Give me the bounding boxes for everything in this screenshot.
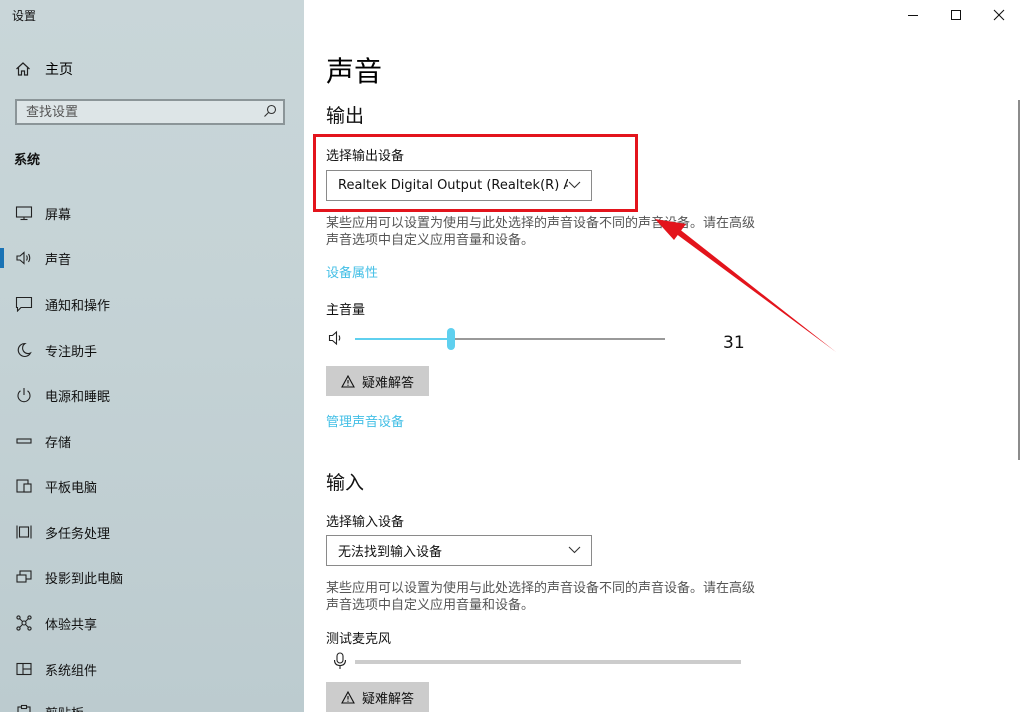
maximize-button[interactable]: [936, 2, 976, 28]
share-icon: [14, 614, 34, 632]
page-title: 声音: [326, 55, 383, 88]
sidebar-item-system-components[interactable]: 系统组件: [0, 655, 304, 683]
output-heading: 输出: [326, 105, 365, 127]
search-input[interactable]: [26, 104, 263, 120]
home-icon: [14, 60, 32, 78]
minimize-button[interactable]: [893, 2, 933, 28]
sidebar-item-sound[interactable]: 声音: [0, 244, 304, 272]
sidebar-item-label: 通知和操作: [45, 298, 111, 314]
manage-sound-devices-link[interactable]: 管理声音设备: [326, 411, 404, 430]
notification-icon: [14, 295, 34, 313]
warning-icon: [341, 374, 355, 388]
sidebar-item-label: 屏幕: [45, 207, 72, 223]
device-properties-link[interactable]: 设备属性: [326, 262, 378, 281]
microphone-icon: [333, 652, 347, 674]
mic-level-bar: [355, 660, 741, 664]
sidebar-item-tablet[interactable]: 平板电脑: [0, 472, 304, 500]
moon-icon: [14, 341, 34, 359]
sidebar-item-label: 多任务处理: [45, 526, 111, 542]
search-box[interactable]: [15, 99, 285, 125]
sound-icon: [14, 249, 34, 267]
close-icon: [993, 6, 1005, 25]
speaker-icon[interactable]: [328, 330, 344, 350]
sidebar-item-label: 剪贴板: [45, 703, 84, 712]
main-content: 声音 输出 选择输出设备 Realtek Digital Output (Rea…: [304, 0, 1021, 712]
input-troubleshoot-button[interactable]: 疑难解答: [326, 682, 429, 712]
close-button[interactable]: [979, 2, 1019, 28]
sidebar-item-label: 存储: [45, 435, 72, 451]
output-troubleshoot-button[interactable]: 疑难解答: [326, 366, 429, 396]
tablet-icon: [14, 477, 34, 495]
test-microphone-label: 测试麦克风: [326, 632, 392, 647]
app-title: 设置: [12, 9, 37, 23]
minimize-icon: [907, 6, 919, 25]
sidebar-item-focus-assist[interactable]: 专注助手: [0, 336, 304, 364]
sidebar-item-label: 平板电脑: [45, 480, 98, 496]
sidebar-item-notifications[interactable]: 通知和操作: [0, 290, 304, 318]
sidebar-home-label: 主页: [45, 62, 73, 78]
power-icon: [14, 386, 34, 404]
monitor-icon: [14, 204, 34, 222]
sidebar-item-label: 专注助手: [45, 344, 98, 360]
highlight-box: [313, 134, 638, 212]
sidebar-item-label: 电源和睡眠: [45, 389, 111, 405]
warning-icon: [341, 690, 355, 704]
sidebar-item-label: 系统组件: [45, 663, 98, 679]
project-icon: [14, 568, 34, 586]
maximize-icon: [950, 6, 962, 25]
sidebar-item-clipboard[interactable]: 剪贴板: [0, 698, 304, 712]
sidebar-item-display[interactable]: 屏幕: [0, 199, 304, 227]
volume-slider-fill: [355, 338, 452, 340]
troubleshoot-label: 疑难解答: [361, 375, 414, 391]
volume-value: 31: [723, 333, 745, 353]
storage-icon: [14, 432, 34, 450]
input-device-value: 无法找到输入设备: [338, 545, 443, 560]
input-device-label: 选择输入设备: [326, 515, 405, 530]
input-description: 某些应用可以设置为使用与此处选择的声音设备不同的声音设备。请在高级声音选项中自定…: [326, 581, 756, 613]
volume-slider-thumb[interactable]: [447, 328, 456, 350]
input-heading: 输入: [326, 472, 365, 494]
clipboard-icon: [14, 703, 34, 712]
sidebar-section-label: 系统: [14, 153, 41, 168]
sidebar-item-shared-experiences[interactable]: 体验共享: [0, 609, 304, 637]
chevron-down-icon: [568, 543, 581, 558]
sidebar-item-label: 声音: [45, 252, 72, 268]
sidebar-item-projecting[interactable]: 投影到此电脑: [0, 563, 304, 591]
scrollbar[interactable]: [1018, 100, 1020, 460]
troubleshoot-label: 疑难解答: [361, 691, 414, 707]
sidebar-item-label: 投影到此电脑: [45, 571, 124, 587]
volume-label: 主音量: [326, 303, 366, 318]
sidebar-item-label: 体验共享: [45, 617, 98, 633]
search-icon[interactable]: [263, 103, 277, 122]
sidebar-home[interactable]: 主页: [14, 58, 73, 80]
sidebar-item-multitasking[interactable]: 多任务处理: [0, 518, 304, 546]
sidebar: 设置 主页 系统 屏幕 声音 通知和操作 专注助手 电源和睡眠 存储 平板: [0, 0, 304, 712]
output-description: 某些应用可以设置为使用与此处选择的声音设备不同的声音设备。请在高级声音选项中自定…: [326, 216, 756, 248]
input-device-select[interactable]: 无法找到输入设备: [326, 535, 592, 566]
components-icon: [14, 660, 34, 678]
multitask-icon: [14, 523, 34, 541]
sidebar-item-storage[interactable]: 存储: [0, 427, 304, 455]
sidebar-item-power[interactable]: 电源和睡眠: [0, 381, 304, 409]
volume-slider[interactable]: [355, 328, 665, 350]
